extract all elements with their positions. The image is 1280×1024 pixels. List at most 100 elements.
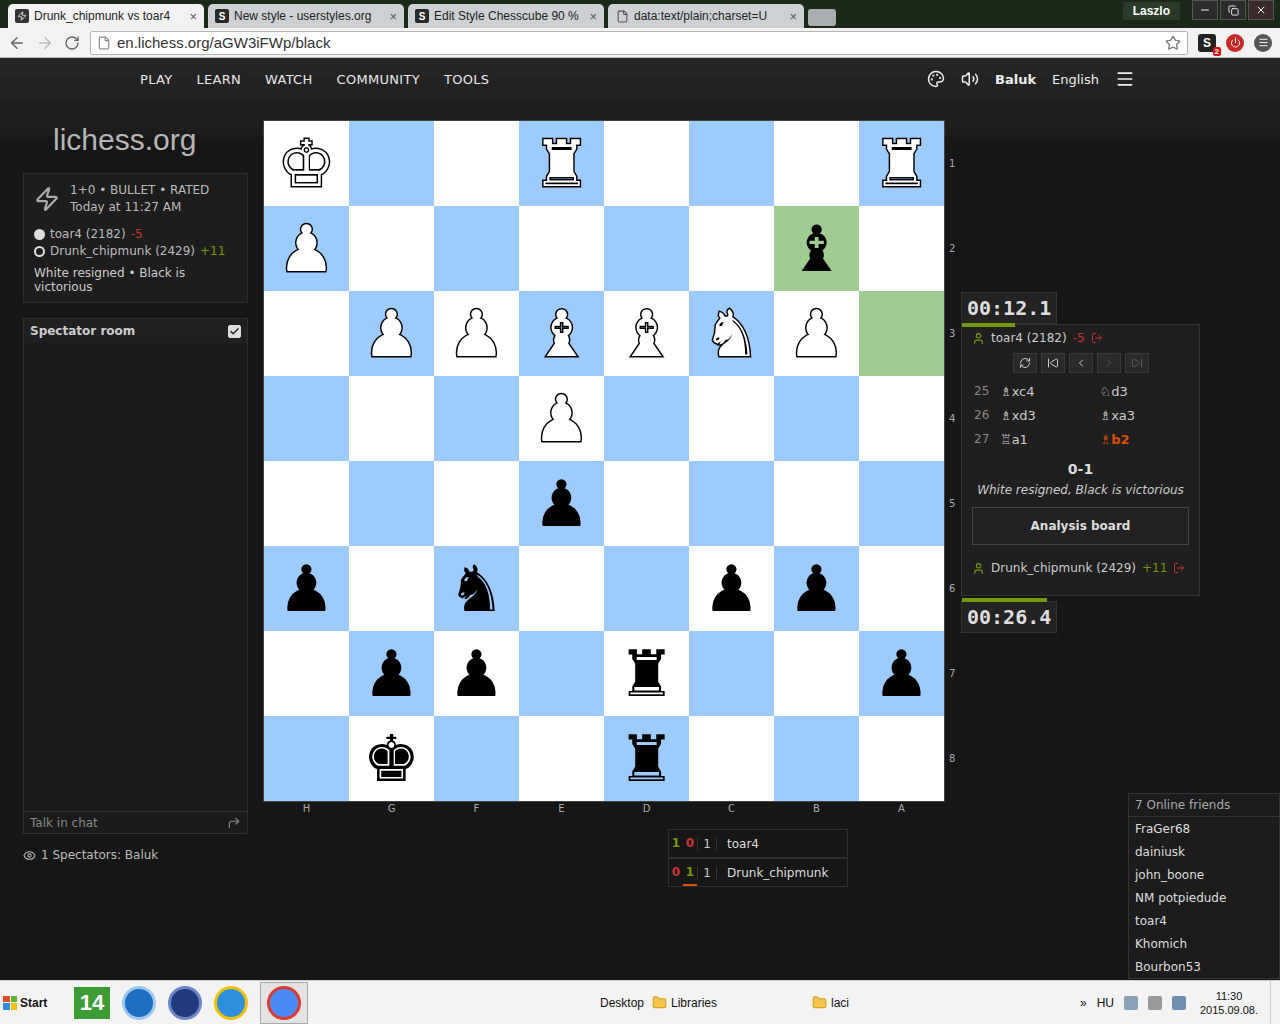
stylish-extension[interactable]: S2 xyxy=(1198,34,1216,52)
control-button[interactable] xyxy=(1097,353,1121,373)
bottom-player[interactable]: Drunk_chipmunk (2429)+11 xyxy=(962,555,1199,581)
board-square[interactable] xyxy=(689,716,774,801)
crosstable-name[interactable]: Drunk_chipmunk xyxy=(717,866,828,880)
board-square[interactable] xyxy=(604,376,689,461)
board-square[interactable]: ♞ xyxy=(434,546,519,631)
board-square[interactable]: ♜ xyxy=(604,631,689,716)
extension-button[interactable] xyxy=(1254,34,1272,52)
board-square[interactable]: ♞ xyxy=(689,291,774,376)
sound-icon[interactable] xyxy=(961,70,979,88)
chess-piece[interactable]: ♜ xyxy=(618,727,675,791)
player-row[interactable]: Drunk_chipmunk (2429)+11 xyxy=(34,243,237,260)
chess-piece[interactable]: ♜ xyxy=(873,132,930,196)
move[interactable]: ♖a1 xyxy=(1000,432,1100,447)
tray-icon[interactable] xyxy=(1148,996,1162,1010)
chess-board[interactable]: ♚♜♜♟♝♟♟♝♝♞♟♟♟♟♞♟♟♟♟♜♟♚♜ xyxy=(263,120,945,802)
board-square[interactable]: ♝ xyxy=(519,291,604,376)
browser-tab[interactable]: data:text/plain;charset=U× xyxy=(608,4,804,28)
user-link[interactable]: Baluk xyxy=(995,72,1036,87)
chess-piece[interactable]: ♟ xyxy=(533,472,590,536)
board-square[interactable]: ♝ xyxy=(604,291,689,376)
chess-piece[interactable]: ♜ xyxy=(533,132,590,196)
nav-link[interactable]: LEARN xyxy=(196,72,241,87)
move[interactable]: ♘d3 xyxy=(1100,384,1200,399)
ie-icon[interactable] xyxy=(214,986,248,1020)
board-square[interactable] xyxy=(434,206,519,291)
board-square[interactable] xyxy=(434,461,519,546)
board-square[interactable]: ♟ xyxy=(349,631,434,716)
board-square[interactable] xyxy=(859,206,944,291)
power-extension[interactable] xyxy=(1226,34,1244,52)
chess-piece[interactable]: ♟ xyxy=(278,557,335,621)
palette-icon[interactable] xyxy=(927,70,945,88)
control-button[interactable] xyxy=(1041,353,1065,373)
active-app[interactable] xyxy=(260,982,308,1024)
board-square[interactable] xyxy=(774,376,859,461)
board-square[interactable] xyxy=(264,291,349,376)
board-square[interactable]: ♟ xyxy=(349,291,434,376)
chess-piece[interactable]: ♟ xyxy=(703,557,760,621)
chess-piece[interactable]: ♟ xyxy=(788,302,845,366)
board-square[interactable]: ♚ xyxy=(264,121,349,206)
chess-piece[interactable]: ♝ xyxy=(618,302,675,366)
chess-piece[interactable]: ♚ xyxy=(363,727,420,791)
board-square[interactable]: ♟ xyxy=(689,546,774,631)
board-square[interactable] xyxy=(434,376,519,461)
friend-item[interactable]: Khomich xyxy=(1129,932,1279,955)
control-button[interactable] xyxy=(1125,353,1149,373)
board-square[interactable]: ♟ xyxy=(859,631,944,716)
tab-close[interactable]: × xyxy=(789,9,797,24)
desktop-toolbar[interactable]: Desktop xyxy=(600,996,652,1010)
chess-piece[interactable]: ♟ xyxy=(448,642,505,706)
board-square[interactable] xyxy=(264,631,349,716)
chess-piece[interactable]: ♟ xyxy=(278,217,335,281)
board-square[interactable]: ♟ xyxy=(774,291,859,376)
analysis-button[interactable]: Analysis board xyxy=(972,507,1189,545)
nav-link[interactable]: TOOLS xyxy=(444,72,489,87)
player-row[interactable]: toar4 (2182)-5 xyxy=(34,226,237,243)
board-square[interactable]: ♝ xyxy=(774,206,859,291)
board-square[interactable]: ♟ xyxy=(434,631,519,716)
board-square[interactable] xyxy=(604,461,689,546)
board-square[interactable] xyxy=(689,206,774,291)
crosstable-score[interactable]: 1 xyxy=(669,830,683,857)
board-square[interactable] xyxy=(774,631,859,716)
board-square[interactable]: ♟ xyxy=(434,291,519,376)
friend-item[interactable]: dainiusk xyxy=(1129,840,1279,863)
folder-toolbar[interactable]: laci xyxy=(812,995,1012,1010)
board-square[interactable] xyxy=(689,461,774,546)
board-square[interactable] xyxy=(349,376,434,461)
board-square[interactable] xyxy=(264,461,349,546)
chat-toggle[interactable] xyxy=(228,325,241,338)
board-square[interactable] xyxy=(349,461,434,546)
board-square[interactable]: ♟ xyxy=(774,546,859,631)
nav-link[interactable]: WATCH xyxy=(265,72,313,87)
board-square[interactable] xyxy=(519,631,604,716)
chess-piece[interactable]: ♞ xyxy=(703,302,760,366)
chess-piece[interactable]: ♟ xyxy=(873,642,930,706)
app-icon[interactable] xyxy=(122,986,156,1020)
start-button[interactable]: Start xyxy=(0,996,56,1010)
board-square[interactable] xyxy=(264,376,349,461)
chess-piece[interactable]: ♞ xyxy=(448,557,505,621)
nav-link[interactable]: PLAY xyxy=(140,72,172,87)
friends-title[interactable]: 7 Online friends xyxy=(1129,794,1279,817)
board-square[interactable] xyxy=(519,206,604,291)
system-clock[interactable]: 11:302015.09.08. xyxy=(1196,989,1262,1017)
send-icon[interactable] xyxy=(227,816,241,830)
tab-close[interactable]: × xyxy=(589,9,597,24)
crosstable-score[interactable]: 1 xyxy=(683,859,697,886)
reload-icon[interactable] xyxy=(64,35,80,51)
board-square[interactable]: ♜ xyxy=(519,121,604,206)
board-square[interactable]: ♟ xyxy=(264,546,349,631)
board-square[interactable] xyxy=(434,716,519,801)
crosstable-score[interactable]: 0 xyxy=(669,859,683,886)
new-tab-button[interactable] xyxy=(808,9,836,26)
board-square[interactable] xyxy=(434,121,519,206)
board-square[interactable]: ♜ xyxy=(859,121,944,206)
browser-tab[interactable]: Drunk_chipmunk vs toar4× xyxy=(8,4,204,28)
app-tile[interactable]: 14 xyxy=(74,987,110,1019)
control-button[interactable] xyxy=(1013,353,1037,373)
control-button[interactable] xyxy=(1069,353,1093,373)
chess-piece[interactable]: ♚ xyxy=(278,132,335,196)
